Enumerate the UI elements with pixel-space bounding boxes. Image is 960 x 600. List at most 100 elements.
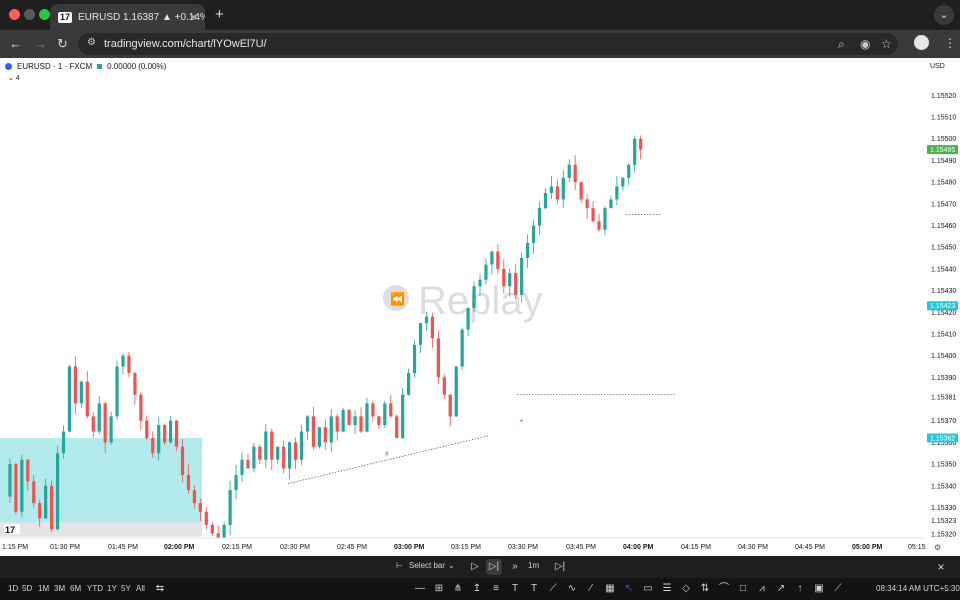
currency-label[interactable]: USD	[930, 63, 945, 70]
maximize-window-icon[interactable]	[39, 9, 50, 20]
trend-line-icon[interactable]: ⁄	[584, 582, 598, 596]
grid-icon[interactable]: ▦	[603, 582, 617, 596]
browser-tab[interactable]: 17 EURUSD 1.16387 ▲ +0.14% 1 ×	[50, 4, 205, 30]
candle[interactable]	[85, 371, 89, 419]
horizontal-line-icon[interactable]: —	[413, 582, 427, 596]
candle[interactable]	[270, 428, 274, 471]
demand-zone[interactable]	[0, 438, 202, 523]
close-replay-icon[interactable]: ×	[934, 559, 948, 575]
candle[interactable]	[329, 409, 333, 452]
candle[interactable]	[371, 400, 375, 422]
candle[interactable]	[627, 162, 631, 185]
candle[interactable]	[543, 188, 548, 209]
candle[interactable]	[50, 480, 54, 532]
candle[interactable]	[549, 175, 553, 199]
parallel-channel-icon[interactable]: ≡	[489, 582, 503, 596]
candle[interactable]	[210, 521, 214, 537]
candle[interactable]	[246, 453, 250, 469]
candle[interactable]	[234, 464, 238, 500]
candle[interactable]	[264, 424, 268, 468]
profile-avatar[interactable]	[914, 35, 929, 50]
candle[interactable]	[67, 364, 72, 433]
candle[interactable]	[407, 368, 411, 396]
candle[interactable]	[91, 411, 95, 438]
candle[interactable]	[288, 441, 292, 480]
brush-icon[interactable]: ⟋	[546, 582, 560, 596]
minimize-window-icon[interactable]	[24, 9, 35, 20]
fib-retracement-icon[interactable]: ☰	[660, 582, 674, 596]
candle[interactable]	[603, 205, 607, 236]
candle[interactable]	[418, 323, 423, 353]
candle[interactable]	[496, 244, 500, 275]
close-window-icon[interactable]	[9, 9, 20, 20]
candle[interactable]	[395, 414, 399, 439]
candle[interactable]	[597, 213, 601, 232]
candle[interactable]	[633, 136, 637, 173]
candle[interactable]	[79, 380, 83, 409]
select-bar-icon[interactable]: ⊢	[396, 561, 403, 570]
candle[interactable]	[258, 444, 262, 465]
pitchfork-icon[interactable]: ⋔	[451, 582, 465, 596]
candle[interactable]	[323, 419, 327, 450]
anchored-text-icon[interactable]: T	[527, 582, 541, 596]
address-bar[interactable]: ⚙ tradingview.com/chart/lYOwEl7U/ ⌕ ◉ ☆	[78, 33, 898, 55]
candle[interactable]	[359, 407, 363, 434]
candle[interactable]	[454, 365, 458, 418]
candle[interactable]	[567, 159, 571, 183]
measure-icon[interactable]: ⟋	[831, 582, 845, 596]
candle[interactable]	[347, 408, 351, 426]
eye-icon[interactable]: ◉	[860, 37, 870, 51]
candle[interactable]	[335, 413, 339, 441]
candle[interactable]	[169, 415, 173, 444]
timeframe-ytd[interactable]: YTD	[87, 584, 103, 593]
reload-icon[interactable]: ↻	[57, 36, 68, 52]
candle[interactable]	[412, 339, 417, 378]
candle[interactable]	[526, 234, 530, 268]
candle[interactable]	[139, 392, 143, 431]
symbol-legend[interactable]: EURUSD · 1 · FXCM 0.00000 (0.00%)	[5, 62, 166, 71]
candle[interactable]	[514, 263, 518, 300]
candle[interactable]	[311, 406, 315, 450]
candle[interactable]	[109, 411, 113, 445]
candle[interactable]	[133, 372, 137, 405]
timeframe-3m[interactable]: 3M	[54, 584, 65, 593]
candle[interactable]	[127, 351, 131, 377]
callout-icon[interactable]: ▭	[641, 582, 655, 596]
candle[interactable]	[282, 440, 286, 474]
back-icon[interactable]: ←	[9, 36, 22, 51]
site-info-icon[interactable]: ⚙	[87, 37, 96, 48]
image-icon[interactable]: ▣	[812, 582, 826, 596]
candle[interactable]	[573, 155, 577, 190]
candle[interactable]	[228, 480, 232, 536]
candle[interactable]	[163, 423, 167, 445]
candle[interactable]	[240, 451, 244, 482]
candle[interactable]	[466, 307, 470, 337]
candle[interactable]	[615, 176, 619, 206]
candle[interactable]	[20, 454, 24, 518]
date-range-icon[interactable]: ⇆	[153, 582, 167, 596]
polyline-icon[interactable]: ⩘	[755, 582, 769, 596]
price-chart[interactable]: ⏪ Replay x 1.15520 1.15510 1.15500 1.15490 1…	[0, 58, 960, 554]
candle[interactable]	[14, 462, 18, 515]
select-bar-chevron-icon[interactable]: ⌄	[448, 561, 455, 570]
tab-search-chevron-icon[interactable]: ⌄	[934, 5, 954, 25]
candle[interactable]	[174, 420, 179, 452]
candle[interactable]	[8, 458, 12, 503]
forward-icon[interactable]: →	[34, 36, 47, 51]
browser-menu-icon[interactable]: ⋮	[944, 36, 956, 50]
candle[interactable]	[531, 219, 536, 254]
zoom-icon[interactable]: ⌕	[838, 37, 845, 52]
candle[interactable]	[621, 177, 625, 191]
timeframe-1m[interactable]: 1M	[38, 584, 49, 593]
rectangle-icon[interactable]: □	[736, 582, 750, 596]
candle[interactable]	[73, 356, 77, 414]
candle[interactable]	[293, 437, 298, 470]
new-tab-icon[interactable]: +	[215, 6, 224, 23]
candle[interactable]	[561, 169, 565, 208]
candle[interactable]	[448, 393, 452, 426]
candle[interactable]	[383, 400, 387, 429]
replay-interval[interactable]: 1m	[528, 561, 539, 570]
candle[interactable]	[121, 353, 125, 375]
cursor-icon[interactable]: ↖	[622, 582, 636, 596]
candle[interactable]	[401, 387, 405, 439]
